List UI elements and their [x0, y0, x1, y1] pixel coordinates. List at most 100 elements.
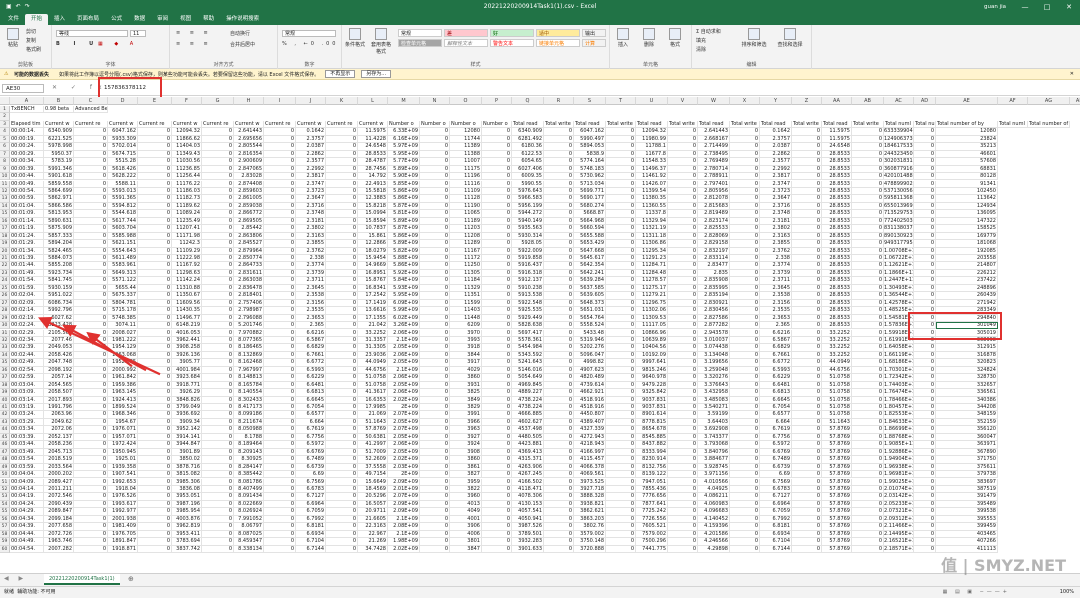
sheet-nav-arrows[interactable]: ◀ ▶	[4, 575, 27, 582]
cell[interactable]: 0	[482, 217, 512, 226]
cell[interactable]: 16.8341	[358, 284, 388, 293]
cell[interactable]: 0	[606, 187, 636, 196]
cell[interactable]: 2.0387	[296, 143, 326, 151]
cell[interactable]: 0	[264, 165, 296, 174]
cell[interactable]: 0	[482, 180, 512, 188]
cell[interactable]: 8.026924	[234, 508, 264, 516]
cell[interactable]: 00:00:39.	[10, 165, 44, 174]
cell[interactable]: 0	[606, 150, 636, 159]
cell[interactable]: 0	[74, 187, 108, 196]
cell[interactable]: 6.7054	[296, 404, 326, 412]
cell[interactable]: 36087791616	[884, 165, 914, 174]
cell[interactable]: 21.269	[358, 538, 388, 546]
cell[interactable]: 47889990208	[884, 180, 914, 188]
cell[interactable]: 0	[544, 374, 574, 382]
cell[interactable]: 2.3156	[296, 299, 326, 308]
cell[interactable]: 0	[420, 277, 450, 285]
cell[interactable]: 0	[668, 158, 698, 166]
cell[interactable]: 0	[914, 374, 936, 382]
cell[interactable]: 11189	[450, 217, 482, 226]
cell[interactable]: 8545.885	[636, 433, 668, 442]
cell[interactable]: 0	[668, 225, 698, 233]
cell[interactable]: 21.042	[358, 322, 388, 330]
cell[interactable]: 169779	[936, 232, 998, 241]
cell[interactable]: 3987.526	[512, 523, 544, 531]
cell[interactable]: 1.42578E+11	[884, 299, 914, 308]
cell[interactable]: 0	[138, 359, 172, 367]
cell[interactable]: 0	[730, 150, 760, 159]
cell[interactable]: 0	[852, 366, 884, 375]
cell[interactable]: 0	[74, 314, 108, 323]
cell[interactable]: 2.338	[760, 255, 792, 263]
cell[interactable]: 8.165784	[234, 381, 264, 390]
cell[interactable]: 0	[914, 530, 936, 539]
cell[interactable]: 0	[792, 128, 822, 136]
cell[interactable]: 5940.149	[512, 217, 544, 226]
cell[interactable]: 21.069	[358, 411, 388, 419]
cell[interactable]: 0	[264, 456, 296, 464]
cell[interactable]: 0	[792, 433, 822, 442]
cell[interactable]: 5702.014	[108, 143, 138, 151]
cell[interactable]: 2.850774	[234, 255, 264, 263]
cell[interactable]: 348159	[936, 411, 998, 419]
cell[interactable]: 0	[730, 389, 760, 397]
cell[interactable]: 1.66119E+11	[884, 351, 914, 360]
column-header[interactable]: AB	[852, 97, 884, 105]
cell[interactable]: 2E+09	[388, 471, 420, 479]
cell[interactable]: 0	[668, 523, 698, 531]
cell[interactable]: 5642.354	[574, 262, 606, 270]
cell[interactable]: 0	[606, 307, 636, 315]
cell[interactable]: 6.7054	[760, 404, 792, 412]
cell[interactable]: 00:00:59.	[10, 195, 44, 203]
cell[interactable]: 0	[914, 232, 936, 241]
cell[interactable]: 0	[138, 515, 172, 524]
cell[interactable]: 0	[730, 135, 760, 144]
cell[interactable]: 3923.684	[172, 374, 202, 382]
clear-button[interactable]: 清除	[696, 46, 706, 53]
cell[interactable]: 0	[606, 255, 636, 263]
cell[interactable]: 0	[74, 404, 108, 412]
delete-button[interactable]: 删除	[638, 28, 660, 48]
cell[interactable]: 0	[852, 500, 884, 509]
cell[interactable]: 11426.07	[636, 180, 668, 188]
cell[interactable]: 0	[544, 351, 574, 360]
cell[interactable]: 0	[544, 508, 574, 516]
cell[interactable]: 2.83028	[234, 173, 264, 181]
cell[interactable]: 00:00:29.	[10, 150, 44, 159]
cell[interactable]: 5621.151	[108, 240, 138, 248]
cell[interactable]: 2.3757	[760, 135, 792, 144]
paste-button[interactable]: 粘贴	[2, 28, 24, 48]
cell[interactable]: 8.099186	[234, 411, 264, 419]
column-header[interactable]: M	[388, 97, 420, 105]
cell[interactable]: 0	[138, 329, 172, 337]
cell[interactable]: 0	[606, 441, 636, 449]
cell[interactable]: 0	[668, 314, 698, 323]
cell[interactable]: 4.086211	[698, 493, 730, 501]
cell[interactable]: 0	[264, 478, 296, 486]
cell[interactable]: 6.7992	[296, 515, 326, 524]
cell[interactable]: 1991.796	[44, 404, 74, 412]
cell[interactable]: 0	[606, 247, 636, 255]
cell[interactable]: 0	[202, 255, 234, 263]
cell[interactable]: 5.201746	[234, 322, 264, 330]
cell[interactable]: 00:04:29.	[10, 508, 44, 516]
cell[interactable]: 0	[606, 217, 636, 226]
cell[interactable]: 11242.3	[172, 240, 202, 248]
cell[interactable]: 3849	[450, 396, 482, 404]
cell[interactable]: 5558.524	[574, 322, 606, 330]
cell[interactable]: 0	[202, 433, 234, 442]
cell[interactable]: 2.3802	[296, 225, 326, 233]
cell[interactable]: 8.417173	[234, 404, 264, 412]
cell[interactable]: 0	[730, 269, 760, 278]
cell[interactable]: 00:01:34.	[10, 247, 44, 255]
cell[interactable]: 5648.373	[574, 299, 606, 308]
cell[interactable]: 0	[326, 269, 358, 278]
cell[interactable]: 00:03:44.	[10, 441, 44, 449]
cell[interactable]: 0	[138, 173, 172, 181]
cell[interactable]: 00:02:19.	[10, 314, 44, 323]
cell[interactable]: 0	[264, 359, 296, 367]
cell[interactable]: 0	[202, 538, 234, 546]
cell[interactable]: 0	[264, 135, 296, 144]
cell[interactable]: 1907.541	[108, 471, 138, 479]
cell[interactable]: 0	[544, 247, 574, 255]
